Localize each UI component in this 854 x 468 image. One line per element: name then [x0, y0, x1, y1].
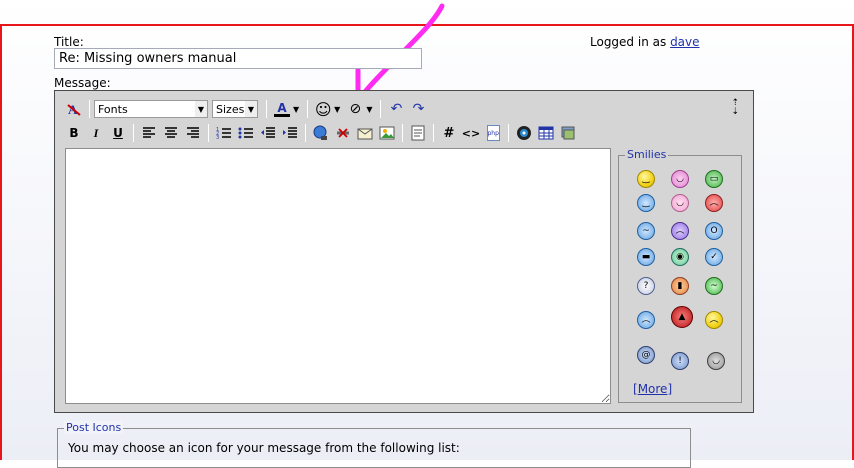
redo-icon[interactable]: ↷ — [407, 99, 429, 119]
italic-button[interactable]: I — [85, 123, 107, 143]
chevron-down-icon[interactable]: ▼ — [366, 105, 372, 114]
bullet-list-icon[interactable] — [235, 123, 257, 143]
svg-text:3: 3 — [216, 135, 219, 141]
smilies-panel: Smilies ‿ ◡ ▭ ‿ ◡ ︵ ~ ︵ O ▬ ◉ ✓ ? ▮ ~ ︵ … — [618, 148, 742, 403]
font-select[interactable]: Fonts ▼ — [94, 100, 208, 118]
media-icon[interactable] — [513, 123, 535, 143]
question-icon[interactable]: ? — [637, 277, 655, 295]
underline-button[interactable]: U — [107, 123, 129, 143]
insert-image-icon[interactable] — [376, 123, 398, 143]
big-grin-icon[interactable]: ▭ — [705, 170, 723, 188]
quote-icon[interactable] — [407, 123, 429, 143]
align-left-icon[interactable] — [138, 123, 160, 143]
code-icon[interactable]: <> — [460, 123, 482, 143]
outdent-icon[interactable] — [257, 123, 279, 143]
message-label: Message: — [54, 76, 111, 90]
attachment-icon[interactable]: ⊘ — [344, 99, 366, 119]
title-input[interactable] — [54, 48, 422, 69]
post-icons-legend: Post Icons — [64, 421, 124, 434]
gallery-icon[interactable] — [557, 123, 579, 143]
shocked-icon[interactable]: O — [705, 222, 723, 240]
username-link[interactable]: dave — [670, 35, 699, 49]
more-smilies: [More] — [633, 382, 673, 396]
toolbar-row-1: A Fonts ▼ Sizes ▼ A ▼ ☺ ▼ ⊘ ▼ ↶ ↷ — [63, 99, 429, 119]
login-status: Logged in as dave — [590, 35, 700, 49]
confused-icon[interactable]: ~ — [637, 222, 655, 240]
blue-sad-icon[interactable]: ︵ — [637, 311, 655, 329]
alien-icon[interactable]: ◉ — [671, 248, 689, 266]
ordered-list-icon[interactable]: 123 — [213, 123, 235, 143]
purple-frown-icon[interactable]: ︵ — [671, 222, 689, 240]
worried-icon[interactable]: ︵ — [705, 311, 723, 329]
smile-icon[interactable]: ‿ — [637, 170, 655, 188]
devil-icon[interactable]: ▲ — [671, 306, 693, 328]
happy-icon[interactable]: ‿ — [637, 194, 655, 212]
more-smilies-link[interactable]: More — [638, 382, 668, 396]
remove-link-icon[interactable] — [332, 123, 354, 143]
php-glyph: php — [486, 125, 500, 141]
sick-icon[interactable]: ~ — [705, 277, 723, 295]
wall-icon[interactable]: ▮ — [671, 277, 689, 295]
angry-icon[interactable]: ︵ — [705, 194, 723, 212]
indent-icon[interactable] — [279, 123, 301, 143]
logged-in-text: Logged in as — [590, 35, 667, 49]
idea-icon[interactable]: ! — [671, 352, 689, 370]
chevron-down-icon: ▼ — [245, 101, 257, 117]
table-icon[interactable] — [535, 123, 557, 143]
chevron-down-icon[interactable]: ▼ — [293, 105, 299, 114]
smiley-menu-icon[interactable]: ☺ — [312, 99, 334, 119]
align-center-icon[interactable] — [160, 123, 182, 143]
message-editor: A Fonts ▼ Sizes ▼ A ▼ ☺ ▼ ⊘ ▼ ↶ ↷ ⇡⇣ B I… — [54, 90, 754, 413]
crying-icon[interactable]: ◡ — [707, 352, 725, 370]
smilies-legend: Smilies — [625, 148, 669, 161]
size-select-label: Sizes — [216, 102, 245, 116]
laugh-pink-icon[interactable]: ◡ — [671, 194, 689, 212]
size-select[interactable]: Sizes ▼ — [212, 100, 258, 118]
thumbs-up-icon[interactable]: ✓ — [705, 248, 723, 266]
post-icons-fieldset: Post Icons You may choose an icon for yo… — [57, 421, 691, 468]
cool-icon[interactable]: ▬ — [637, 248, 655, 266]
resize-toggle-icon[interactable]: ⇡ ⇣ — [731, 99, 739, 117]
post-icons-description: You may choose an icon for your message … — [68, 441, 460, 455]
chevron-down-icon: ▼ — [195, 101, 207, 117]
insert-email-icon[interactable] — [354, 123, 376, 143]
title-label: Title: — [54, 35, 84, 49]
hash-icon[interactable]: # — [438, 123, 460, 143]
grin-pink-icon[interactable]: ◡ — [671, 170, 689, 188]
dizzy-icon[interactable]: @ — [637, 346, 655, 364]
bold-button[interactable]: B — [63, 123, 85, 143]
toolbar-row-2: B I U 123 # <> php — [63, 123, 579, 143]
font-select-label: Fonts — [98, 102, 128, 116]
message-textarea[interactable] — [65, 148, 611, 404]
font-color-button[interactable]: A — [271, 99, 293, 119]
insert-link-icon[interactable] — [310, 123, 332, 143]
php-icon[interactable]: php — [482, 123, 504, 143]
align-right-icon[interactable] — [182, 123, 204, 143]
chevron-down-icon[interactable]: ▼ — [334, 105, 340, 114]
font-color-glyph: A — [277, 100, 287, 115]
undo-icon[interactable]: ↶ — [385, 99, 407, 119]
remove-format-icon[interactable]: A — [63, 99, 85, 119]
